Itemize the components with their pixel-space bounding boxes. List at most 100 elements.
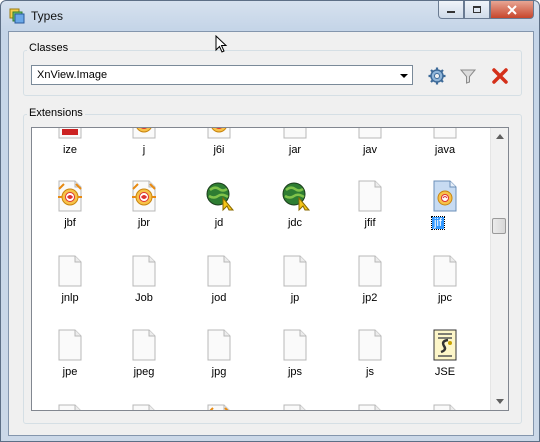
extension-label: jnlp	[61, 292, 79, 304]
extension-label: jbr	[137, 217, 151, 229]
extension-item[interactable]: jfif	[340, 180, 400, 232]
blank-file-icon	[54, 255, 86, 287]
xnview-file-icon	[54, 180, 86, 212]
extension-item[interactable]: jp	[265, 255, 325, 307]
blank-file-icon	[429, 128, 461, 139]
dialog-body: Classes XnView.Image Extensions ize j j6i j…	[8, 31, 534, 436]
extension-label: j6i	[213, 144, 225, 156]
minimize-button[interactable]	[438, 1, 464, 19]
globe-file-icon	[203, 180, 235, 212]
blank-file-icon	[279, 128, 311, 139]
scroll-thumb[interactable]	[492, 218, 506, 234]
types-app-icon	[9, 8, 25, 24]
maximize-button[interactable]	[464, 1, 490, 19]
classes-selected-value: XnView.Image	[37, 69, 108, 81]
blank-file-icon	[354, 404, 386, 410]
blank-file-icon	[429, 404, 461, 410]
scroll-down-button[interactable]	[491, 393, 508, 410]
extension-item[interactable]: jd	[189, 180, 249, 232]
extension-item[interactable]: jpc	[415, 255, 475, 307]
xnview-file-icon	[128, 180, 160, 212]
extensions-label: Extensions	[27, 107, 85, 119]
extension-item[interactable]	[265, 404, 325, 410]
globe-file-icon	[279, 180, 311, 212]
blank-file-icon	[354, 255, 386, 287]
chevron-down-icon	[400, 74, 408, 78]
blank-file-icon	[279, 255, 311, 287]
minimize-icon	[447, 10, 455, 13]
extension-label: jbf	[64, 217, 76, 229]
vertical-scrollbar[interactable]	[490, 128, 508, 410]
close-icon	[507, 4, 517, 15]
arrow-down-icon	[495, 399, 504, 404]
delete-x-icon[interactable]	[490, 66, 510, 86]
window-title: Types	[31, 9, 64, 23]
xnview-file-icon	[128, 128, 160, 139]
extension-item[interactable]: Job	[114, 255, 174, 307]
blank-file-icon	[128, 255, 160, 287]
scroll-up-button[interactable]	[491, 128, 508, 145]
extension-item[interactable]: j	[114, 128, 174, 159]
extension-item[interactable]: jav	[340, 128, 400, 159]
extension-label: jp2	[362, 292, 378, 304]
title-bar[interactable]: Types	[1, 1, 539, 31]
extension-item[interactable]	[189, 404, 249, 410]
extension-label: jp	[290, 292, 300, 304]
extension-item[interactable]: jpe	[40, 329, 100, 381]
extension-item[interactable]: js	[340, 329, 400, 381]
script-file-icon	[429, 329, 461, 361]
settings-gear-icon[interactable]	[427, 66, 447, 86]
extension-label: jdc	[287, 217, 303, 229]
blank-file-icon	[203, 255, 235, 287]
extension-label: java	[434, 144, 456, 156]
xnview-file-icon	[203, 404, 235, 410]
extension-label: Job	[135, 292, 153, 304]
extension-label: JSE	[434, 366, 456, 378]
extension-item[interactable]: jdc	[265, 180, 325, 232]
extension-item[interactable]: jpeg	[114, 329, 174, 381]
extension-item[interactable]: jp2	[340, 255, 400, 307]
filter-icon[interactable]	[458, 66, 478, 86]
extension-item[interactable]	[114, 404, 174, 410]
blank-file-icon	[128, 404, 160, 410]
extension-label: jpg	[211, 366, 227, 378]
extension-item[interactable]: ize	[40, 128, 100, 159]
blank-file-icon	[54, 329, 86, 361]
extension-item[interactable]: java	[415, 128, 475, 159]
extension-label: js	[366, 366, 374, 378]
xnview-file-icon	[203, 128, 235, 139]
extension-label: jar	[288, 144, 302, 156]
extension-label: jd	[214, 217, 224, 229]
classes-dropdown[interactable]: XnView.Image	[31, 65, 413, 85]
blank-file-icon	[128, 329, 160, 361]
extension-label: jpc	[437, 292, 453, 304]
extension-item[interactable]: jbr	[114, 180, 174, 232]
mouse-pointer-icon	[215, 35, 228, 53]
extension-item[interactable]: jod	[189, 255, 249, 307]
extension-item[interactable]: jps	[265, 329, 325, 381]
extension-item[interactable]: j6i	[189, 128, 249, 159]
extension-label: ize	[62, 144, 78, 156]
extensions-list[interactable]: ize j j6i jar jav java jbf jbr jd jdc jfif jif jnlp J…	[31, 127, 509, 411]
classes-label: Classes	[27, 42, 71, 54]
arrow-up-icon	[495, 134, 504, 139]
blank-file-icon	[203, 329, 235, 361]
types-window: Types Classes XnView.Image Extensions iz…	[0, 0, 540, 442]
close-button[interactable]	[490, 1, 534, 19]
extension-label: jfif	[364, 217, 376, 229]
extension-item[interactable]: jif	[415, 180, 475, 232]
red-file-icon	[54, 128, 86, 139]
extension-item[interactable]: jar	[265, 128, 325, 159]
extension-item[interactable]: jbf	[40, 180, 100, 232]
extension-item[interactable]	[340, 404, 400, 410]
image-file-icon	[429, 180, 461, 212]
extension-item[interactable]: JSE	[415, 329, 475, 381]
extension-item[interactable]: jpg	[189, 329, 249, 381]
maximize-icon	[473, 6, 481, 13]
extension-label: jpeg	[133, 366, 155, 378]
extension-item[interactable]	[40, 404, 100, 410]
extension-item[interactable]	[415, 404, 475, 410]
extension-label: jav	[362, 144, 378, 156]
extension-item[interactable]: jnlp	[40, 255, 100, 307]
blank-file-icon	[354, 180, 386, 212]
